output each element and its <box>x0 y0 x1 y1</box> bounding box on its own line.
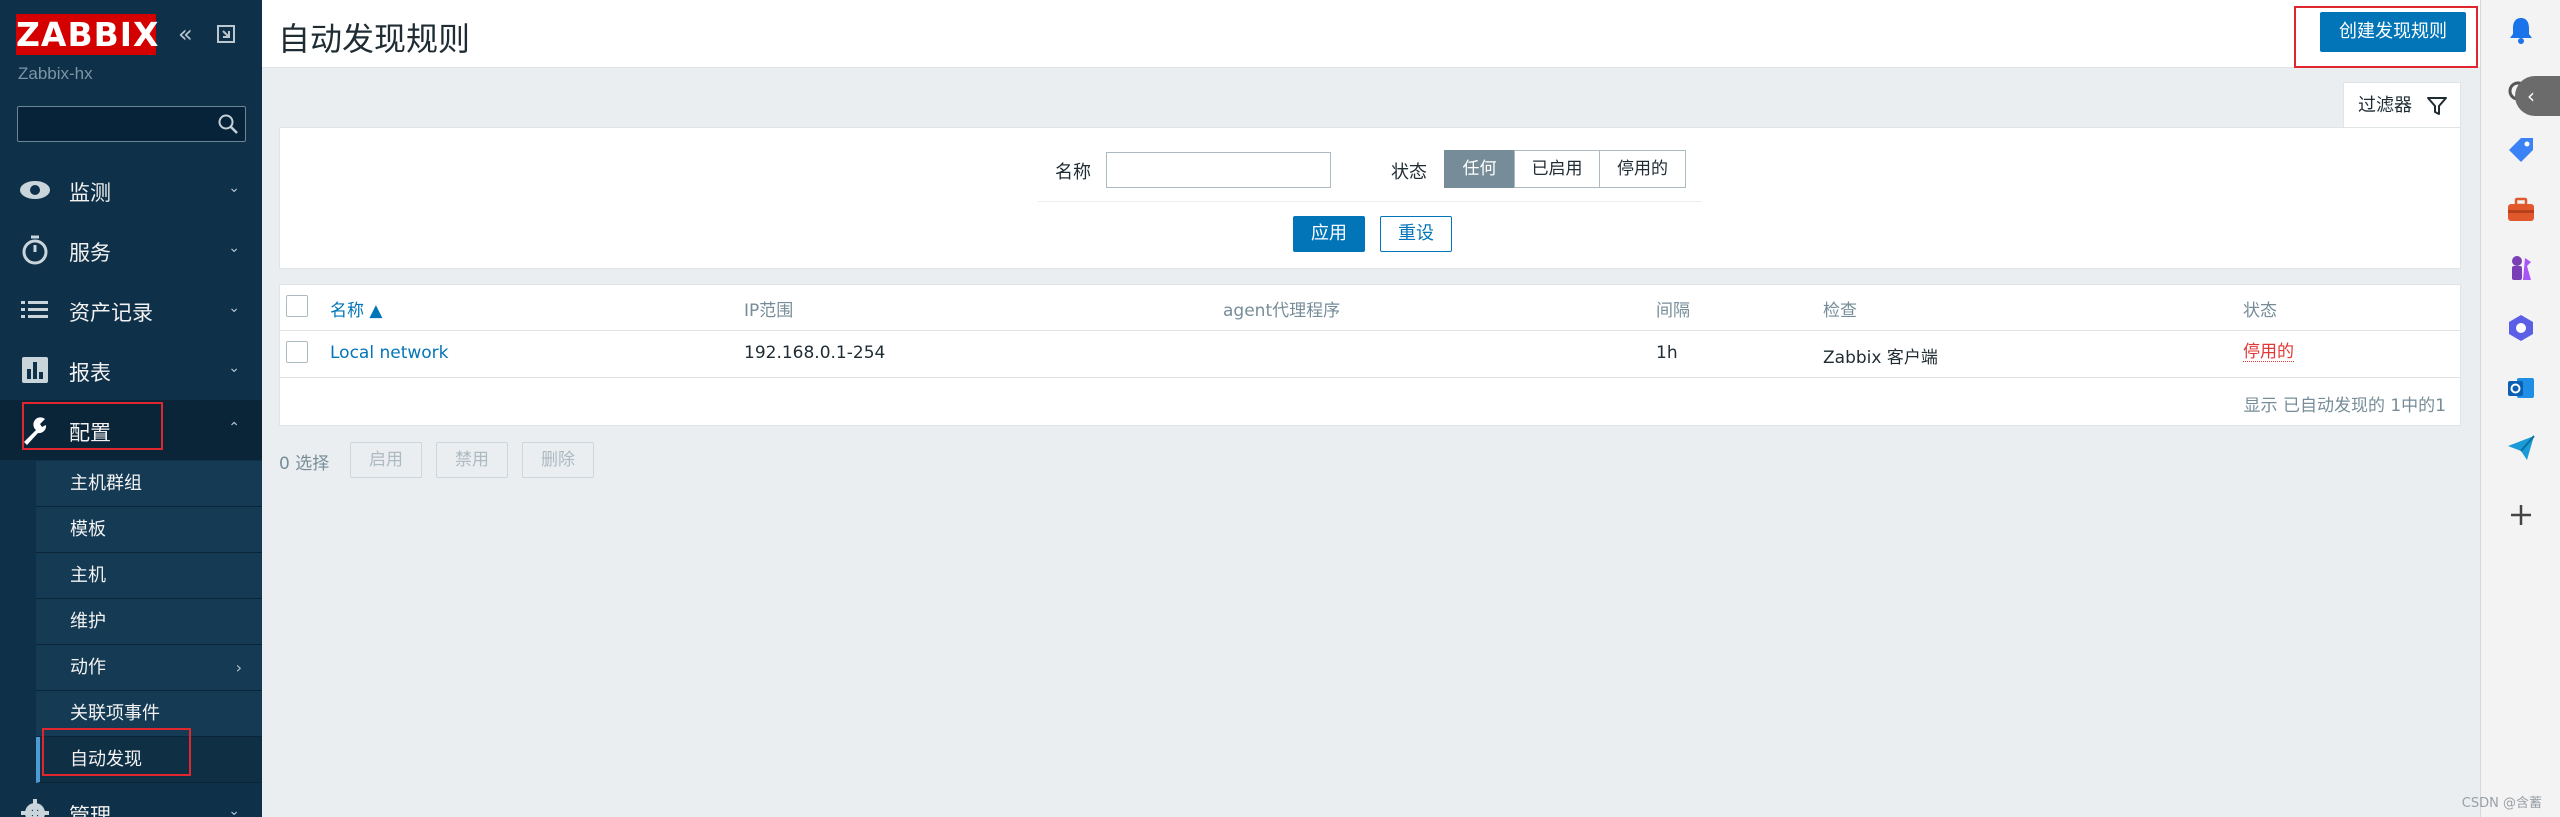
enable-button[interactable]: 启用 <box>350 442 422 478</box>
chevron-down-icon: ⌄ <box>228 803 240 817</box>
toolbox-icon[interactable] <box>2505 194 2537 226</box>
menu-label: 监测 <box>69 181 111 205</box>
column-header-proxy: agent代理程序 <box>1223 301 1341 321</box>
apply-button[interactable]: 应用 <box>1293 216 1365 252</box>
interval-cell: 1h <box>1656 343 1678 363</box>
bell-icon[interactable] <box>2505 14 2537 46</box>
menu-reports[interactable]: 报表 ⌄ <box>0 340 262 400</box>
watermark-text: CSDN @含蓄 <box>2461 796 2542 811</box>
column-header-checks: 检查 <box>1823 301 1857 321</box>
tag-icon[interactable] <box>2505 134 2537 166</box>
filter-name-label: 名称 <box>1055 162 1091 183</box>
collapse-panel-tab[interactable]: ‹ <box>2515 76 2560 116</box>
gear-icon <box>21 799 49 817</box>
row-checkbox[interactable] <box>286 341 308 363</box>
divider <box>1038 201 1702 202</box>
column-header-interval: 间隔 <box>1656 301 1690 321</box>
zabbix-logo[interactable]: ZABBIX <box>16 14 159 55</box>
status-toggle-link[interactable]: 停用的 <box>2243 343 2294 362</box>
filter-tab-label: 过滤器 <box>2358 95 2412 116</box>
menu-label: 资产记录 <box>69 301 153 325</box>
submenu-templates[interactable]: 模板 <box>36 507 262 553</box>
chevron-down-icon: ⌄ <box>228 180 240 196</box>
column-header-status: 状态 <box>2243 301 2277 321</box>
menu-administration[interactable]: 管理 ⌄ <box>0 783 262 817</box>
submenu-host-groups[interactable]: 主机群组 <box>36 461 262 507</box>
menu-services[interactable]: 服务 ⌄ <box>0 220 262 280</box>
filter-status-label: 状态 <box>1391 162 1427 183</box>
copilot-icon[interactable] <box>2505 312 2537 344</box>
row-divider <box>280 377 2460 378</box>
chevron-down-icon: ⌄ <box>228 360 240 376</box>
bar-chart-icon <box>22 357 48 383</box>
list-icon <box>21 301 48 318</box>
search-icon[interactable] <box>217 113 239 135</box>
menu-label: 管理 <box>69 804 111 817</box>
status-any-toggle[interactable]: 任何 <box>1444 150 1515 188</box>
filter-name-input[interactable] <box>1106 152 1331 188</box>
submenu-label: 关联项事件 <box>70 703 160 724</box>
stopwatch-icon <box>22 235 48 265</box>
highlight-box <box>22 402 163 450</box>
eye-icon <box>20 181 50 199</box>
sidebar-search-input[interactable] <box>17 106 246 142</box>
submenu-label: 动作 <box>70 657 106 678</box>
highlight-box <box>2294 6 2478 68</box>
chevron-down-icon: ⌄ <box>228 240 240 256</box>
submenu-label: 维护 <box>70 611 106 632</box>
server-name: Zabbix-hx <box>18 64 93 83</box>
submenu-maintenance[interactable]: 维护 <box>36 599 262 645</box>
status-enabled-toggle[interactable]: 已启用 <box>1514 150 1600 188</box>
menu-label: 报表 <box>69 361 111 385</box>
chess-icon[interactable] <box>2505 252 2537 284</box>
reset-button[interactable]: 重设 <box>1380 216 1452 252</box>
select-all-checkbox[interactable] <box>286 295 308 317</box>
column-header-ip-range: IP范围 <box>744 301 794 321</box>
chevron-up-icon: ⌃ <box>228 420 240 436</box>
highlight-box <box>42 728 191 776</box>
outlook-icon[interactable] <box>2505 372 2537 404</box>
table-summary: 显示 已自动发现的 1中的1 <box>2243 396 2446 416</box>
row-divider <box>280 330 2460 331</box>
submenu-hosts[interactable]: 主机 <box>36 553 262 599</box>
selected-count: 0 选择 <box>279 454 330 474</box>
column-header-name[interactable]: 名称 ▲ <box>330 296 382 321</box>
submenu-label: 主机 <box>70 565 106 586</box>
collapse-sidebar-icon[interactable]: « <box>178 22 193 46</box>
submenu-label: 模板 <box>70 519 106 540</box>
filter-tab[interactable]: 过滤器 <box>2343 82 2461 128</box>
page-title: 自动发现规则 <box>278 21 471 57</box>
submenu-actions[interactable]: 动作 › <box>36 645 262 691</box>
chevron-down-icon: ⌄ <box>228 300 240 316</box>
kiosk-mode-icon[interactable] <box>216 24 236 44</box>
page-header: 自动发现规则 创建发现规则 <box>262 0 2480 68</box>
plus-icon[interactable] <box>2505 499 2537 531</box>
delete-button[interactable]: 删除 <box>522 442 594 478</box>
chevron-right-icon: › <box>235 658 242 677</box>
ip-range-cell: 192.168.0.1-254 <box>744 343 886 363</box>
menu-inventory[interactable]: 资产记录 ⌄ <box>0 280 262 340</box>
filter-icon <box>2427 97 2447 115</box>
menu-monitoring[interactable]: 监测 ⌄ <box>0 160 262 220</box>
submenu-label: 主机群组 <box>70 473 142 494</box>
filter-panel: 名称 状态 任何 已启用 停用的 应用 重设 <box>279 127 2461 269</box>
sidebar: ZABBIX « Zabbix-hx 监测 ⌄ 服务 ⌄ 资产记录 ⌄ 报表 ⌄… <box>0 0 262 817</box>
send-icon[interactable] <box>2505 432 2537 464</box>
menu-label: 服务 <box>69 241 111 265</box>
status-disabled-toggle[interactable]: 停用的 <box>1599 150 1686 188</box>
checks-cell: Zabbix 客户端 <box>1823 348 1938 368</box>
disable-button[interactable]: 禁用 <box>436 442 508 478</box>
browser-side-rail: ‹ <box>2480 0 2560 817</box>
discovery-rules-table: 名称 ▲ IP范围 agent代理程序 间隔 检查 状态 Local netwo… <box>279 284 2461 426</box>
rule-name-link[interactable]: Local network <box>330 343 449 363</box>
